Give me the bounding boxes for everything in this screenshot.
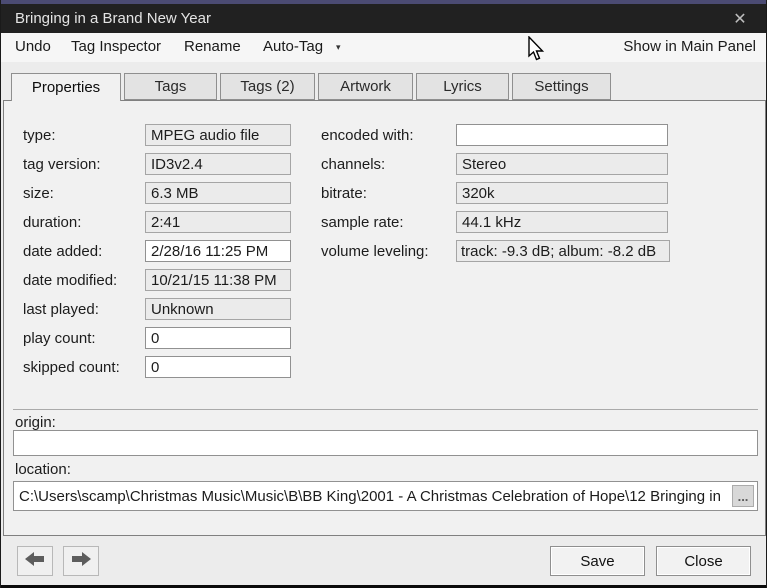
volume-leveling-value: track: -9.3 dB; album: -8.2 dB (456, 240, 670, 262)
skipped-count-input[interactable] (145, 356, 291, 378)
previous-file-button[interactable] (17, 546, 53, 576)
bitrate-label: bitrate: (321, 185, 367, 202)
menu-rename[interactable]: Rename (184, 38, 241, 55)
bitrate-value: 320k (456, 182, 668, 204)
origin-input[interactable] (13, 430, 758, 456)
duration-label: duration: (23, 214, 82, 231)
duration-value: 2:41 (145, 211, 291, 233)
encoded-with-input[interactable] (456, 124, 668, 146)
mouse-cursor-icon (528, 35, 546, 67)
location-label: location: (15, 461, 71, 478)
menubar: Undo Tag Inspector Rename Auto-Tag ▾ Sho… (1, 33, 766, 62)
tab-lyrics[interactable]: Lyrics (416, 73, 509, 100)
date-added-label: date added: (23, 243, 103, 260)
tag-version-value: ID3v2.4 (145, 153, 291, 175)
location-path: C:\Users\scamp\Christmas Music\Music\B\B… (19, 487, 721, 505)
encoded-with-label: encoded with: (321, 127, 414, 144)
type-label: type: (23, 127, 56, 144)
chevron-down-icon[interactable]: ▾ (336, 42, 341, 53)
tag-version-label: tag version: (23, 156, 101, 173)
close-icon[interactable]: ✕ (720, 4, 760, 33)
tab-artwork[interactable]: Artwork (318, 73, 413, 100)
size-label: size: (23, 185, 54, 202)
skipped-count-label: skipped count: (23, 359, 120, 376)
menu-show-in-main-panel[interactable]: Show in Main Panel (623, 38, 756, 55)
titlebar[interactable]: Bringing in a Brand New Year ✕ (1, 4, 766, 33)
play-count-label: play count: (23, 330, 96, 347)
tab-tags-2[interactable]: Tags (2) (220, 73, 315, 100)
size-value: 6.3 MB (145, 182, 291, 204)
tab-tags[interactable]: Tags (124, 73, 217, 100)
window-title: Bringing in a Brand New Year (15, 10, 211, 27)
date-added-input[interactable] (145, 240, 291, 262)
date-modified-label: date modified: (23, 272, 118, 289)
last-played-value: Unknown (145, 298, 291, 320)
origin-label: origin: (15, 414, 56, 431)
close-button[interactable]: Close (656, 546, 751, 576)
arrow-right-icon (71, 551, 91, 572)
channels-label: channels: (321, 156, 386, 173)
type-value: MPEG audio file (145, 124, 291, 146)
menu-undo[interactable]: Undo (15, 38, 51, 55)
sample-rate-label: sample rate: (321, 214, 404, 231)
volume-leveling-label: volume leveling: (321, 243, 429, 260)
channels-value: Stereo (456, 153, 668, 175)
sample-rate-value: 44.1 kHz (456, 211, 668, 233)
next-file-button[interactable] (63, 546, 99, 576)
menu-auto-tag[interactable]: Auto-Tag (263, 38, 323, 55)
tab-strip: Properties Tags Tags (2) Artwork Lyrics … (11, 73, 611, 101)
tab-settings[interactable]: Settings (512, 73, 611, 100)
menu-tag-inspector[interactable]: Tag Inspector (71, 38, 161, 55)
save-button[interactable]: Save (550, 546, 645, 576)
date-modified-value: 10/21/15 11:38 PM (145, 269, 291, 291)
arrow-left-icon (25, 551, 45, 572)
section-divider (13, 409, 758, 410)
properties-dialog: Bringing in a Brand New Year ✕ Undo Tag … (0, 0, 767, 588)
tab-properties[interactable]: Properties (11, 73, 121, 101)
last-played-label: last played: (23, 301, 99, 318)
browse-button[interactable]: ... (732, 485, 754, 507)
location-input[interactable]: C:\Users\scamp\Christmas Music\Music\B\B… (13, 481, 758, 511)
play-count-input[interactable] (145, 327, 291, 349)
